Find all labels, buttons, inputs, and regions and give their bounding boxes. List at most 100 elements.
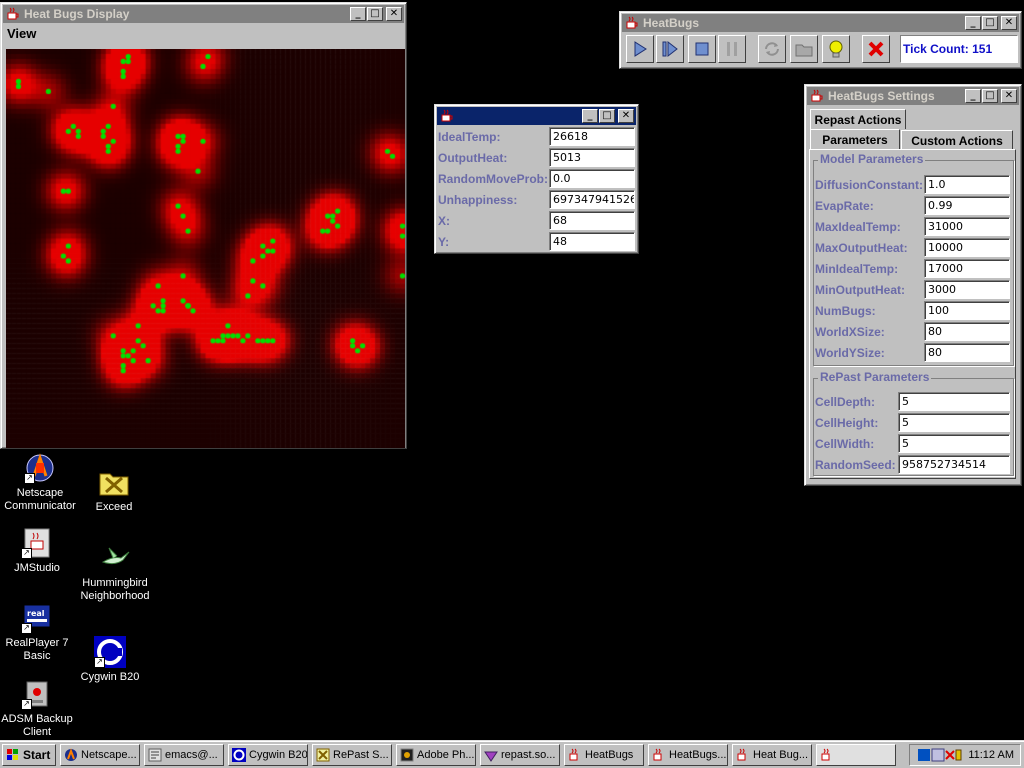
num-bugs-field[interactable]: 100 xyxy=(924,301,1010,320)
taskbar-item-repast-source[interactable]: repast.so... xyxy=(480,744,560,766)
settings-titlebar[interactable]: HeatBugs Settings _ □ ✕ xyxy=(807,87,1019,105)
random-move-prob-field[interactable]: 0.0 xyxy=(549,169,635,188)
adsm-backup-icon: ↗ xyxy=(21,678,53,710)
taskbar: Start Netscape... emacs@... Cygwin B20 R… xyxy=(0,740,1024,768)
system-tray: 11:12 AM xyxy=(909,744,1021,766)
cygwin-icon xyxy=(232,748,246,762)
ideal-temp-field[interactable]: 26618 xyxy=(549,127,635,146)
diffusion-constant-field[interactable]: 1.0 xyxy=(924,175,1010,194)
close-button[interactable]: ✕ xyxy=(386,7,402,21)
icon-label: ADSM Backup Client xyxy=(1,713,73,738)
evap-rate-field[interactable]: 0.99 xyxy=(924,196,1010,215)
min-ideal-temp-field[interactable]: 17000 xyxy=(924,259,1010,278)
inspector-titlebar[interactable]: _ □ ✕ xyxy=(437,107,636,125)
start-button[interactable]: Start xyxy=(2,744,56,766)
stop-button[interactable] xyxy=(688,35,716,63)
taskbar-item-heat-bugs-display[interactable]: Heat Bug... xyxy=(732,744,812,766)
param-label: CellWidth: xyxy=(815,436,875,451)
taskbar-item-netscape[interactable]: Netscape... xyxy=(60,744,140,766)
close-button[interactable]: ✕ xyxy=(618,109,634,123)
taskbar-item-adobe[interactable]: Adobe Ph... xyxy=(396,744,476,766)
setup-button[interactable] xyxy=(758,35,786,63)
minimize-button[interactable]: _ xyxy=(965,89,981,103)
maximize-button[interactable]: □ xyxy=(367,7,383,21)
display-titlebar[interactable]: Heat Bugs Display _ □ ✕ xyxy=(3,5,404,23)
x-field[interactable]: 68 xyxy=(549,211,635,230)
desktop-icon-exceed[interactable]: Exceed xyxy=(74,466,154,514)
param-label: RandomSeed: xyxy=(815,457,896,472)
y-field[interactable]: 48 xyxy=(549,232,635,251)
java-cup-icon xyxy=(569,748,578,761)
cell-depth-field[interactable]: 5 xyxy=(898,392,1010,411)
desktop-icon-netscape[interactable]: ↗ Netscape Communicator xyxy=(0,452,80,513)
cell-width-field[interactable]: 5 xyxy=(898,434,1010,453)
pause-icon xyxy=(727,42,737,56)
taskbar-item-repast[interactable]: RePast S... xyxy=(312,744,392,766)
windows-logo-icon xyxy=(7,749,18,760)
desktop-icon-realplayer[interactable]: real ↗ RealPlayer 7 Basic xyxy=(0,602,77,663)
jmstudio-icon: ↗ xyxy=(21,527,53,559)
param-label: MaxIdealTemp: xyxy=(815,219,901,234)
realplayer-icon: real ↗ xyxy=(21,602,53,634)
param-label: MinOutputHeat: xyxy=(815,282,905,297)
unhappiness-field[interactable]: 697347941526 xyxy=(549,190,635,209)
world-y-size-field[interactable]: 80 xyxy=(924,343,1010,362)
param-label: WorldXSize: xyxy=(815,324,885,339)
maximize-button[interactable]: □ xyxy=(982,89,998,103)
world-x-size-field[interactable]: 80 xyxy=(924,322,1010,341)
output-heat-field[interactable]: 5013 xyxy=(549,148,635,167)
maximize-button[interactable]: □ xyxy=(982,16,998,30)
maximize-button[interactable]: □ xyxy=(599,109,615,123)
pause-button[interactable] xyxy=(718,35,746,63)
start-run-button[interactable] xyxy=(626,35,654,63)
folder-icon xyxy=(795,44,813,57)
desktop-icon-cygwin[interactable]: ↗ Cygwin B20 xyxy=(70,636,150,684)
min-output-heat-field[interactable]: 3000 xyxy=(924,280,1010,299)
step-button[interactable] xyxy=(656,35,684,63)
exit-x-icon xyxy=(868,41,884,57)
exceed-folder-icon xyxy=(98,466,130,498)
param-label: EvapRate: xyxy=(815,198,874,213)
emacs-icon xyxy=(148,748,162,762)
tab-repast-actions[interactable]: Repast Actions xyxy=(810,109,906,129)
close-button[interactable]: ✕ xyxy=(1001,16,1017,30)
tab-custom-actions[interactable]: Custom Actions xyxy=(901,130,1013,150)
play-icon xyxy=(634,41,647,57)
heat-bugs-world-canvas[interactable] xyxy=(6,49,405,448)
minimize-button[interactable]: _ xyxy=(350,7,366,21)
max-output-heat-field[interactable]: 10000 xyxy=(924,238,1010,257)
taskbar-item-inspector[interactable] xyxy=(816,744,896,766)
taskbar-item-cygwin[interactable]: Cygwin B20 xyxy=(228,744,308,766)
desktop-icon-jmstudio[interactable]: ↗ JMStudio xyxy=(0,527,77,575)
icon-label: JMStudio xyxy=(14,562,60,574)
repast-icon xyxy=(316,748,330,762)
menu-view[interactable]: View xyxy=(7,26,36,41)
taskbar-item-emacs[interactable]: emacs@... xyxy=(144,744,224,766)
minimize-button[interactable]: _ xyxy=(582,109,598,123)
step-icon xyxy=(662,40,678,58)
cell-height-field[interactable]: 5 xyxy=(898,413,1010,432)
field-label: OutputHeat: xyxy=(438,150,508,165)
java-cup-icon xyxy=(821,748,830,761)
taskbar-item-heatbugs[interactable]: HeatBugs xyxy=(564,744,644,766)
close-button[interactable]: ✕ xyxy=(1001,89,1017,103)
load-model-button[interactable] xyxy=(790,35,818,63)
tab-parameters[interactable]: Parameters xyxy=(810,129,900,149)
bug-inspector-window: _ □ ✕ IdealTemp: 26618 OutputHeat: 5013 … xyxy=(434,104,639,254)
taskbar-item-heatbugs-settings[interactable]: HeatBugs... xyxy=(648,744,728,766)
java-cup-icon xyxy=(653,748,662,761)
minimize-button[interactable]: _ xyxy=(965,16,981,30)
field-label: X: xyxy=(438,213,450,228)
desktop-icon-hummingbird[interactable]: Hummingbird Neighborhood xyxy=(75,542,155,603)
lightbulb-icon xyxy=(829,40,843,58)
desktop-icon-adsm[interactable]: ↗ ADSM Backup Client xyxy=(0,678,77,739)
control-titlebar[interactable]: HeatBugs _ □ ✕ xyxy=(622,14,1019,32)
heat-bugs-display-window: Heat Bugs Display _ □ ✕ View xyxy=(0,2,407,449)
exit-button[interactable] xyxy=(862,35,890,63)
param-label: CellDepth: xyxy=(815,394,875,409)
settings-button[interactable] xyxy=(822,35,850,63)
field-label: Unhappiness: xyxy=(438,192,518,207)
tick-count-display: Tick Count: 151 xyxy=(900,35,1018,63)
max-ideal-temp-field[interactable]: 31000 xyxy=(924,217,1010,236)
random-seed-field[interactable]: 958752734514 xyxy=(898,455,1010,474)
